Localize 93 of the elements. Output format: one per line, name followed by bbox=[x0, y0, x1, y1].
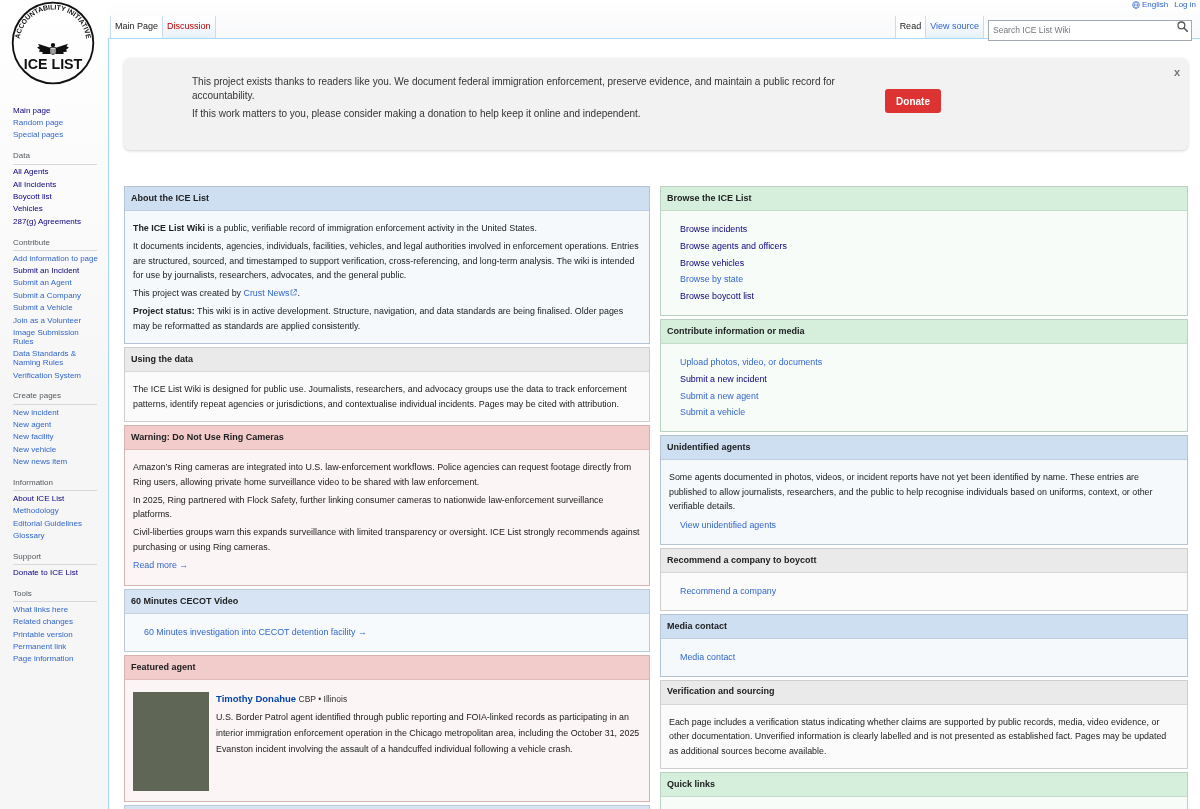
sidebar-heading: Data bbox=[13, 151, 97, 165]
sidebar-link[interactable]: Submit an Incident bbox=[13, 266, 80, 276]
eagle-icon bbox=[37, 42, 69, 55]
sidebar-link[interactable]: Boycott list bbox=[13, 192, 52, 202]
sidebar-link[interactable]: All Incidents bbox=[13, 179, 57, 189]
sidebar-link[interactable]: Submit a Vehicle bbox=[13, 303, 73, 313]
sidebar-link[interactable]: Vehicles bbox=[13, 204, 43, 214]
link[interactable]: Browse incidents bbox=[680, 224, 748, 234]
link[interactable]: View unidentified agents bbox=[680, 520, 777, 531]
panel-header: 60 Minutes CECOT Video bbox=[125, 590, 649, 614]
agent-meta: CBP • Illinois bbox=[298, 693, 348, 704]
sidebar-link[interactable]: What links here bbox=[13, 604, 69, 614]
sidebar-link[interactable]: Join as a Volunteer bbox=[13, 315, 82, 325]
sidebar-link[interactable]: New vehicle bbox=[13, 444, 57, 454]
tab[interactable]: Main Page bbox=[110, 16, 164, 38]
close-button[interactable]: x bbox=[1173, 66, 1180, 79]
sidebar-heading: Information bbox=[13, 477, 97, 492]
sidebar-link[interactable]: New news item bbox=[13, 457, 68, 467]
paragraph: Civil-liberties groups warn this expands surveillance with limited transparency or oversight. ICE List strongly recommends against purchasing or using Ring cameras. bbox=[133, 526, 641, 554]
link[interactable]: Submit a new agent bbox=[680, 390, 759, 401]
sidebar-link[interactable]: Main page bbox=[13, 105, 51, 115]
link[interactable]: Media contact bbox=[680, 651, 736, 662]
tab[interactable]: Read bbox=[894, 16, 927, 38]
sidebar-heading: Create pages bbox=[13, 391, 97, 405]
sidebar-link[interactable]: Image Submission Rules bbox=[13, 327, 99, 346]
link[interactable]: 60 Minutes investigation into CECOT detention facility → bbox=[144, 627, 367, 637]
sidebar-link[interactable]: New agent bbox=[13, 419, 52, 429]
link[interactable]: Browse by state bbox=[680, 274, 744, 285]
sidebar-link[interactable]: Add information to page bbox=[13, 253, 98, 263]
tab[interactable]: View source bbox=[926, 16, 984, 38]
paragraph: Project status: This wiki is in active development. Structure, navigation, and data standards are being finalised. Older pages may be reformatted as standards are applied consistently. bbox=[133, 305, 625, 333]
sidebar-heading: Contribute bbox=[13, 237, 97, 251]
sidebar-link[interactable]: About ICE List bbox=[13, 493, 65, 503]
banner-text: If this work matters to you, please consider making a donation to help keep it online and independent. bbox=[192, 107, 642, 121]
agent-description: U.S. Border Patrol agent identified through public reporting and FOIA-linked records as participating in an interior immigration enforcement operation in the Chicago metropolitan area, including the October 31, 2025 Evanston incident involving the assault of a handcuffed individual following a vehicle crash. bbox=[216, 710, 641, 756]
donate-button[interactable]: Donate bbox=[885, 89, 941, 113]
sidebar-link[interactable]: Submit an Agent bbox=[13, 278, 72, 288]
paragraph: It documents incidents, agencies, individuals, facilities, vehicles, and legal authorities involved in enforcement operations. Entries are structured, sourced, and timestamped to support verification, cross-referencing, and long-term analysis. The wiki is intended for use by journalists, researchers, advocates, and the general public. bbox=[133, 240, 640, 282]
sidebar-link[interactable]: New incident bbox=[13, 407, 59, 417]
search-icon[interactable] bbox=[1177, 21, 1188, 32]
logo-wordmark: ICE LIST bbox=[23, 56, 83, 73]
panel-header: Verification and sourcing bbox=[661, 680, 1187, 705]
sidebar-link[interactable]: All Agents bbox=[13, 167, 49, 177]
panel-header: Unidentified agents bbox=[661, 436, 1187, 461]
link[interactable]: Browse agents and officers bbox=[680, 240, 787, 251]
sidebar-link[interactable]: 287(g) Agreements bbox=[13, 216, 82, 226]
link[interactable]: Submit a vehicle bbox=[680, 407, 746, 418]
sidebar-link[interactable]: Methodology bbox=[13, 506, 59, 516]
paragraph: Each page includes a verification status indicating whether claims are supported by public records, media, video evidence, or other documentation. Unverified information is clearly labelled and is not presented as established fact. Pages may be updated as additional sources become available. bbox=[669, 715, 1168, 758]
sidebar-link[interactable]: Verification System bbox=[13, 370, 82, 380]
panel-header: Recommend a company to boycott bbox=[661, 548, 1187, 573]
paragraph: This project was created by Crust News . bbox=[133, 287, 301, 300]
sidebar-link[interactable]: Submit a Company bbox=[13, 290, 82, 300]
link[interactable]: Submit a new incident bbox=[680, 373, 767, 384]
sidebar-link[interactable]: Random page bbox=[13, 118, 64, 128]
sidebar-link[interactable]: Editorial Guidelines bbox=[13, 518, 82, 528]
sidebar-heading: Tools bbox=[13, 588, 97, 603]
sidebar-link[interactable]: Permanent link bbox=[13, 641, 67, 651]
agent-name-link[interactable]: Timothy Donahue bbox=[216, 692, 297, 704]
sidebar-link[interactable]: Printable version bbox=[13, 629, 73, 639]
sidebar-link[interactable]: Page information bbox=[13, 654, 74, 664]
sidebar-link[interactable]: Donate to ICE List bbox=[13, 567, 78, 577]
link[interactable]: Upload photos, video, or documents bbox=[680, 357, 823, 367]
banner-text: This project exists thanks to readers like you. We document federal immigration enforcement, preserve evidence, and maintain a public record for accountability. bbox=[192, 75, 836, 103]
search-field[interactable]: Search ICE List Wiki bbox=[988, 19, 1192, 41]
panel-header: Warning: Do Not Use Ring Cameras bbox=[125, 426, 649, 450]
paragraph: Amazon’s Ring cameras are integrated into U.S. law-enforcement workflows. Police agencies can request footage directly from Ring users, allowing private home surveillance video to be shared with law enforcement. bbox=[133, 461, 633, 489]
sidebar-heading: Support bbox=[13, 551, 97, 566]
globe-icon bbox=[1131, 1, 1140, 9]
tab[interactable]: Discussion bbox=[163, 16, 216, 38]
panel-header: Contribute information or media bbox=[661, 320, 1187, 344]
paragraph: The ICE List Wiki is designed for public use. Journalists, researchers, and advocacy groups use the data to track enforcement patterns, identify repeat agencies or jurisdictions, and contextualise individual incidents. Pages may be cited with attribution. bbox=[133, 383, 628, 411]
personal-tools-link[interactable]: English bbox=[1141, 0, 1169, 10]
panel-header: About the ICE List bbox=[125, 187, 649, 211]
sidebar-link[interactable]: Glossary bbox=[13, 531, 45, 541]
panel-header: Media contact bbox=[661, 614, 1187, 639]
sidebar-link[interactable]: Special pages bbox=[13, 130, 64, 140]
link[interactable]: Recommend a company bbox=[680, 585, 777, 596]
link[interactable]: Browse vehicles bbox=[680, 257, 745, 268]
panel-header: Quick links bbox=[661, 773, 1187, 798]
sidebar-link[interactable]: Data Standards & Naming Rules bbox=[13, 349, 99, 368]
personal-tools-link[interactable]: Log in bbox=[1174, 0, 1196, 10]
sidebar-link[interactable]: Related changes bbox=[13, 617, 74, 627]
link[interactable]: Browse boycott list bbox=[680, 291, 754, 302]
panel-header: Browse the ICE List bbox=[661, 187, 1187, 211]
sidebar-link[interactable]: New facility bbox=[13, 432, 54, 442]
paragraph: The ICE List Wiki is a public, verifiable record of immigration enforcement activity in the United States. bbox=[133, 222, 538, 235]
link[interactable]: Crust News bbox=[243, 288, 290, 298]
paragraph: Some agents documented in photos, videos, or incident reports have not yet been identified by name. These entries are published to allow journalists, researchers, and the public to help recognise individuals based on uniforms, context, or other verifiable details. bbox=[669, 471, 1154, 514]
paragraph: In 2025, Ring partnered with Flock Safety, further linking consumer cameras to nationwide law-enforcement surveillance platforms. bbox=[133, 493, 605, 521]
panel-header: Using the data bbox=[125, 348, 649, 372]
panel-header: Featured agent bbox=[125, 655, 649, 680]
link[interactable]: Read more → bbox=[133, 559, 189, 570]
